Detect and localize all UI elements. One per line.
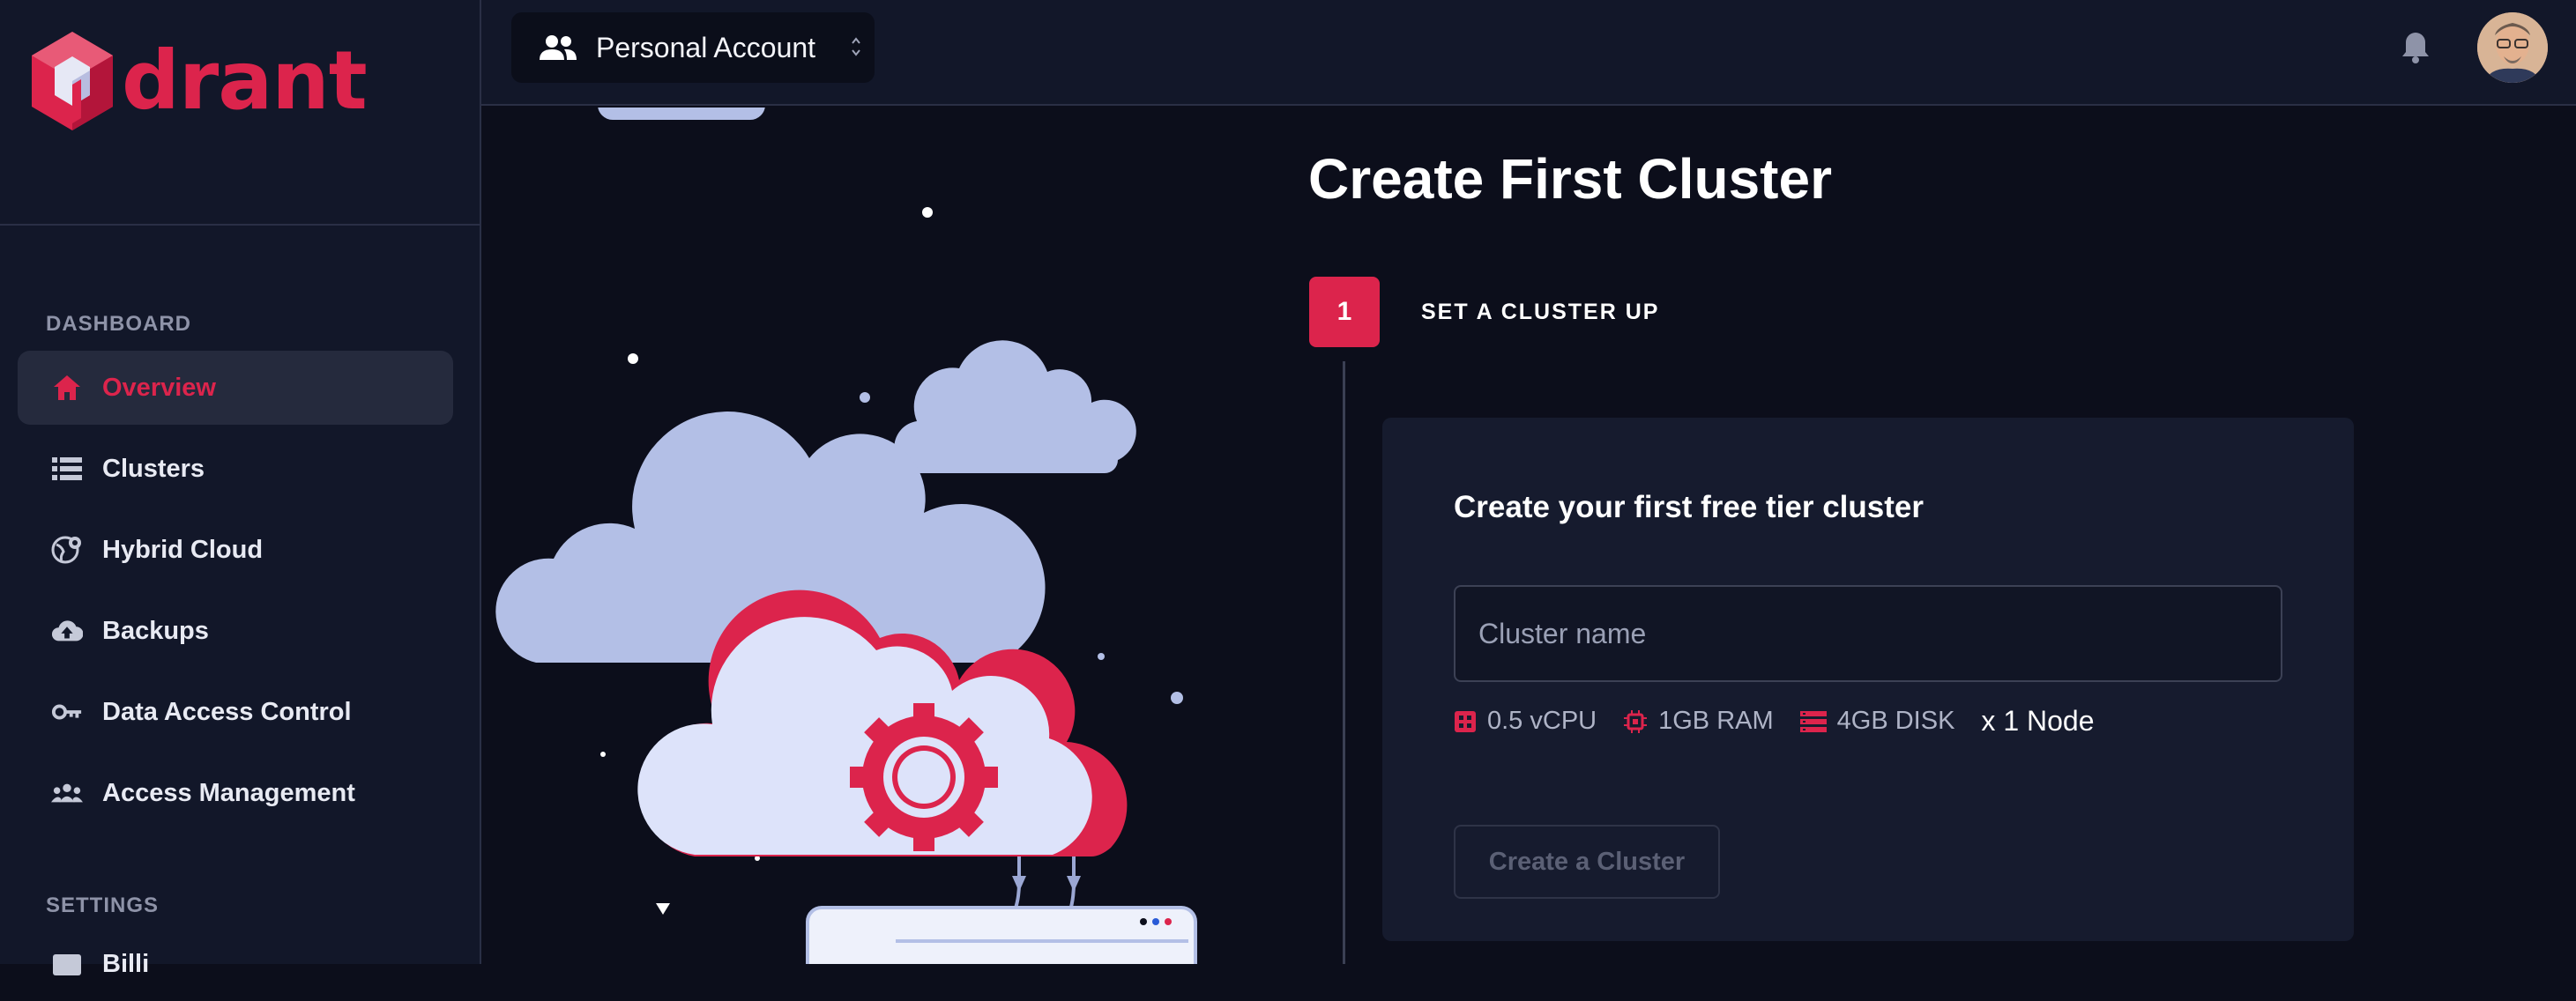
account-switcher[interactable]: Personal Account — [511, 12, 875, 83]
sidebar: drant DASHBOARD Overview Clusters Hybrid… — [0, 0, 481, 978]
step-label: SET A CLUSTER UP — [1421, 300, 1660, 324]
account-label: Personal Account — [596, 31, 816, 63]
sidebar-divider — [0, 224, 481, 226]
spec-cpu: 0.5 vCPU — [1454, 707, 1597, 736]
logo-mark-icon — [32, 32, 113, 130]
node-count: x 1 Node — [1981, 705, 2095, 737]
billing-icon — [51, 948, 83, 980]
sidebar-item-label: Data Access Control — [102, 697, 352, 726]
disk-icon — [1799, 710, 1827, 732]
sidebar-item-label: Hybrid Cloud — [102, 535, 264, 564]
sidebar-item-label: Overview — [102, 373, 216, 402]
card-title: Create your first free tier cluster — [1454, 490, 1924, 524]
sidebar-item-label: Billi — [102, 949, 150, 978]
chevron-up-down-icon — [850, 33, 862, 60]
sidebar-item-clusters[interactable]: Clusters — [18, 432, 453, 506]
section-label-settings: SETTINGS — [46, 893, 160, 917]
cloud-upload-icon — [51, 615, 83, 647]
sidebar-item-data-access-control[interactable]: Data Access Control — [18, 675, 453, 749]
user-avatar[interactable] — [2477, 12, 2548, 83]
cluster-illustration — [483, 90, 1277, 989]
key-icon — [51, 696, 83, 728]
list-icon — [51, 453, 83, 485]
sidebar-item-overview[interactable]: Overview — [18, 351, 453, 425]
top-bar: Personal Account — [481, 0, 2576, 106]
step-connector-line — [1343, 361, 1345, 964]
step-number-badge: 1 — [1309, 277, 1380, 347]
sidebar-item-backups[interactable]: Backups — [18, 594, 453, 668]
logo-text: drant — [122, 33, 368, 128]
create-cluster-button[interactable]: Create a Cluster — [1454, 825, 1720, 899]
cluster-specs: 0.5 vCPU 1GB RAM 4GB DISK x 1 Node — [1454, 705, 2121, 738]
sidebar-item-access-management[interactable]: Access Management — [18, 756, 453, 830]
sidebar-item-hybrid-cloud[interactable]: Hybrid Cloud — [18, 513, 453, 587]
moon-icon — [1062, 127, 1107, 185]
spec-disk: 4GB DISK — [1799, 707, 1954, 736]
cloud-fragment — [598, 90, 765, 120]
bell-icon[interactable] — [2400, 30, 2431, 65]
spec-ram: 1GB RAM — [1623, 707, 1774, 736]
cluster-name-input[interactable] — [1454, 585, 2282, 682]
people-icon — [51, 777, 83, 809]
section-label-dashboard: DASHBOARD — [46, 312, 191, 336]
sidebar-item-label: Access Management — [102, 778, 355, 807]
home-icon — [51, 372, 83, 404]
cpu-icon — [1455, 710, 1476, 732]
people-icon — [538, 33, 578, 62]
globe-settings-icon — [51, 534, 83, 566]
create-cluster-card: Create your first free tier cluster 0.5 … — [1382, 418, 2354, 941]
page-title: Create First Cluster — [1308, 147, 1832, 211]
sidebar-item-label: Backups — [102, 616, 209, 645]
sidebar-item-label: Clusters — [102, 454, 205, 483]
qdrant-logo[interactable]: drant — [28, 30, 368, 132]
sidebar-item-billing[interactable]: Billi — [18, 927, 453, 1001]
chip-icon — [1624, 709, 1648, 733]
